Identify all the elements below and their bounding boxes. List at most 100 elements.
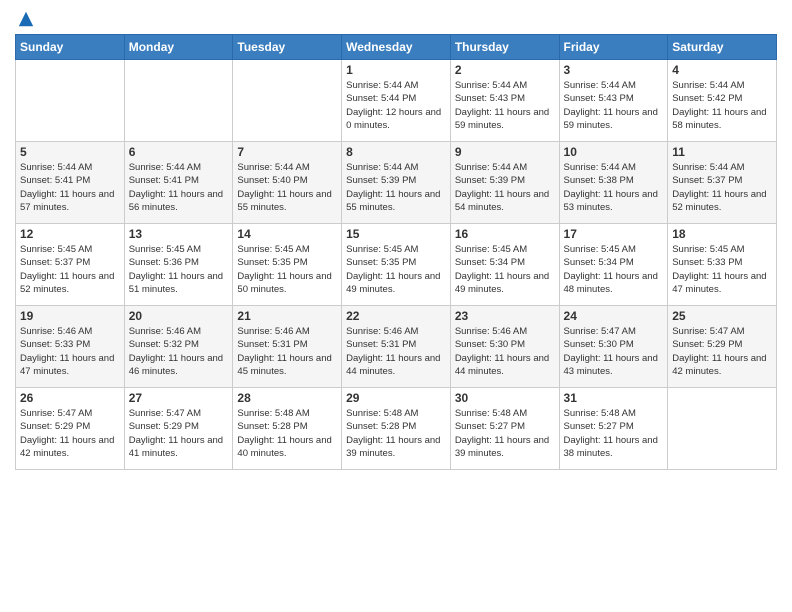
day-number: 28	[237, 391, 337, 405]
calendar-cell: 16 Sunrise: 5:45 AM Sunset: 5:34 PM Dayli…	[450, 224, 559, 306]
day-number: 7	[237, 145, 337, 159]
calendar-cell: 17 Sunrise: 5:45 AM Sunset: 5:34 PM Dayli…	[559, 224, 668, 306]
calendar-cell: 13Sunrise: 5:45 AM Sunset: 5:36 PM Dayli…	[124, 224, 233, 306]
calendar-body: 1Sunrise: 5:44 AM Sunset: 5:44 PM Daylig…	[16, 60, 777, 470]
day-number: 17	[564, 227, 664, 241]
calendar-cell	[668, 388, 777, 470]
calendar-cell: 21 Sunrise: 5:46 AM Sunset: 5:31 PM Dayli…	[233, 306, 342, 388]
day-info: Sunrise: 5:44 AM Sunset: 5:38 PM Dayligh…	[564, 161, 664, 214]
calendar-cell: 2Sunrise: 5:44 AM Sunset: 5:43 PM Daylig…	[450, 60, 559, 142]
day-info: Sunrise: 5:44 AM Sunset: 5:42 PM Dayligh…	[672, 79, 772, 132]
calendar-cell: 29Sunrise: 5:48 AM Sunset: 5:28 PM Dayli…	[342, 388, 451, 470]
calendar-cell: 25 Sunrise: 5:47 AM Sunset: 5:29 PM Dayli…	[668, 306, 777, 388]
day-info: Sunrise: 5:45 AM Sunset: 5:33 PM Dayligh…	[672, 243, 772, 296]
calendar-cell: 19 Sunrise: 5:46 AM Sunset: 5:33 PM Dayli…	[16, 306, 125, 388]
day-number: 27	[129, 391, 229, 405]
calendar-cell: 20 Sunrise: 5:46 AM Sunset: 5:32 PM Dayli…	[124, 306, 233, 388]
day-number: 12	[20, 227, 120, 241]
calendar-cell: 30 Sunrise: 5:48 AM Sunset: 5:27 PM Dayli…	[450, 388, 559, 470]
day-info: Sunrise: 5:45 AM Sunset: 5:35 PM Dayligh…	[237, 243, 337, 296]
header-day-wednesday: Wednesday	[342, 35, 451, 60]
calendar-cell: 22Sunrise: 5:46 AM Sunset: 5:31 PM Dayli…	[342, 306, 451, 388]
week-row-1: 5 Sunrise: 5:44 AM Sunset: 5:41 PM Daylig…	[16, 142, 777, 224]
calendar-cell: 14 Sunrise: 5:45 AM Sunset: 5:35 PM Dayli…	[233, 224, 342, 306]
calendar-cell: 27Sunrise: 5:47 AM Sunset: 5:29 PM Dayli…	[124, 388, 233, 470]
day-number: 10	[564, 145, 664, 159]
day-info: Sunrise: 5:45 AM Sunset: 5:36 PM Dayligh…	[129, 243, 229, 296]
day-number: 5	[20, 145, 120, 159]
calendar-cell: 4 Sunrise: 5:44 AM Sunset: 5:42 PM Daylig…	[668, 60, 777, 142]
day-info: Sunrise: 5:45 AM Sunset: 5:34 PM Dayligh…	[564, 243, 664, 296]
day-number: 18	[672, 227, 772, 241]
header-day-tuesday: Tuesday	[233, 35, 342, 60]
page: SundayMondayTuesdayWednesdayThursdayFrid…	[0, 0, 792, 612]
day-info: Sunrise: 5:48 AM Sunset: 5:28 PM Dayligh…	[346, 407, 446, 460]
calendar-cell: 5 Sunrise: 5:44 AM Sunset: 5:41 PM Daylig…	[16, 142, 125, 224]
calendar-cell: 26Sunrise: 5:47 AM Sunset: 5:29 PM Dayli…	[16, 388, 125, 470]
calendar-cell: 24 Sunrise: 5:47 AM Sunset: 5:30 PM Dayli…	[559, 306, 668, 388]
day-info: Sunrise: 5:46 AM Sunset: 5:31 PM Dayligh…	[237, 325, 337, 378]
day-number: 9	[455, 145, 555, 159]
day-info: Sunrise: 5:48 AM Sunset: 5:27 PM Dayligh…	[455, 407, 555, 460]
calendar-cell: 1Sunrise: 5:44 AM Sunset: 5:44 PM Daylig…	[342, 60, 451, 142]
day-info: Sunrise: 5:44 AM Sunset: 5:41 PM Dayligh…	[20, 161, 120, 214]
calendar-cell: 28 Sunrise: 5:48 AM Sunset: 5:28 PM Dayli…	[233, 388, 342, 470]
header-day-monday: Monday	[124, 35, 233, 60]
calendar-table: SundayMondayTuesdayWednesdayThursdayFrid…	[15, 34, 777, 470]
day-info: Sunrise: 5:48 AM Sunset: 5:27 PM Dayligh…	[564, 407, 664, 460]
week-row-4: 26Sunrise: 5:47 AM Sunset: 5:29 PM Dayli…	[16, 388, 777, 470]
day-info: Sunrise: 5:46 AM Sunset: 5:32 PM Dayligh…	[129, 325, 229, 378]
day-number: 23	[455, 309, 555, 323]
day-info: Sunrise: 5:44 AM Sunset: 5:43 PM Dayligh…	[455, 79, 555, 132]
day-info: Sunrise: 5:45 AM Sunset: 5:37 PM Dayligh…	[20, 243, 120, 296]
calendar-cell: 23 Sunrise: 5:46 AM Sunset: 5:30 PM Dayli…	[450, 306, 559, 388]
header	[15, 10, 777, 28]
week-row-0: 1Sunrise: 5:44 AM Sunset: 5:44 PM Daylig…	[16, 60, 777, 142]
calendar-cell: 3 Sunrise: 5:44 AM Sunset: 5:43 PM Daylig…	[559, 60, 668, 142]
day-number: 8	[346, 145, 446, 159]
logo-icon	[17, 10, 35, 28]
day-number: 15	[346, 227, 446, 241]
day-number: 4	[672, 63, 772, 77]
day-number: 14	[237, 227, 337, 241]
day-info: Sunrise: 5:47 AM Sunset: 5:29 PM Dayligh…	[672, 325, 772, 378]
day-info: Sunrise: 5:47 AM Sunset: 5:29 PM Dayligh…	[20, 407, 120, 460]
day-info: Sunrise: 5:46 AM Sunset: 5:30 PM Dayligh…	[455, 325, 555, 378]
day-number: 20	[129, 309, 229, 323]
day-number: 24	[564, 309, 664, 323]
calendar-cell	[124, 60, 233, 142]
day-number: 25	[672, 309, 772, 323]
day-info: Sunrise: 5:47 AM Sunset: 5:30 PM Dayligh…	[564, 325, 664, 378]
header-row: SundayMondayTuesdayWednesdayThursdayFrid…	[16, 35, 777, 60]
day-info: Sunrise: 5:44 AM Sunset: 5:39 PM Dayligh…	[346, 161, 446, 214]
calendar-cell: 6Sunrise: 5:44 AM Sunset: 5:41 PM Daylig…	[124, 142, 233, 224]
day-info: Sunrise: 5:44 AM Sunset: 5:41 PM Dayligh…	[129, 161, 229, 214]
day-number: 21	[237, 309, 337, 323]
day-number: 22	[346, 309, 446, 323]
calendar-cell: 7Sunrise: 5:44 AM Sunset: 5:40 PM Daylig…	[233, 142, 342, 224]
calendar-header: SundayMondayTuesdayWednesdayThursdayFrid…	[16, 35, 777, 60]
calendar-cell	[233, 60, 342, 142]
day-number: 30	[455, 391, 555, 405]
header-day-thursday: Thursday	[450, 35, 559, 60]
day-number: 19	[20, 309, 120, 323]
day-info: Sunrise: 5:44 AM Sunset: 5:44 PM Dayligh…	[346, 79, 446, 132]
calendar-cell: 15Sunrise: 5:45 AM Sunset: 5:35 PM Dayli…	[342, 224, 451, 306]
day-number: 3	[564, 63, 664, 77]
calendar-cell: 8 Sunrise: 5:44 AM Sunset: 5:39 PM Daylig…	[342, 142, 451, 224]
day-info: Sunrise: 5:48 AM Sunset: 5:28 PM Dayligh…	[237, 407, 337, 460]
calendar-cell: 9 Sunrise: 5:44 AM Sunset: 5:39 PM Daylig…	[450, 142, 559, 224]
day-number: 11	[672, 145, 772, 159]
header-day-sunday: Sunday	[16, 35, 125, 60]
day-info: Sunrise: 5:44 AM Sunset: 5:43 PM Dayligh…	[564, 79, 664, 132]
day-info: Sunrise: 5:46 AM Sunset: 5:33 PM Dayligh…	[20, 325, 120, 378]
day-number: 16	[455, 227, 555, 241]
day-info: Sunrise: 5:44 AM Sunset: 5:39 PM Dayligh…	[455, 161, 555, 214]
calendar-cell: 31Sunrise: 5:48 AM Sunset: 5:27 PM Dayli…	[559, 388, 668, 470]
logo	[15, 10, 35, 28]
header-day-friday: Friday	[559, 35, 668, 60]
week-row-3: 19 Sunrise: 5:46 AM Sunset: 5:33 PM Dayli…	[16, 306, 777, 388]
day-info: Sunrise: 5:45 AM Sunset: 5:34 PM Dayligh…	[455, 243, 555, 296]
calendar-cell	[16, 60, 125, 142]
header-day-saturday: Saturday	[668, 35, 777, 60]
